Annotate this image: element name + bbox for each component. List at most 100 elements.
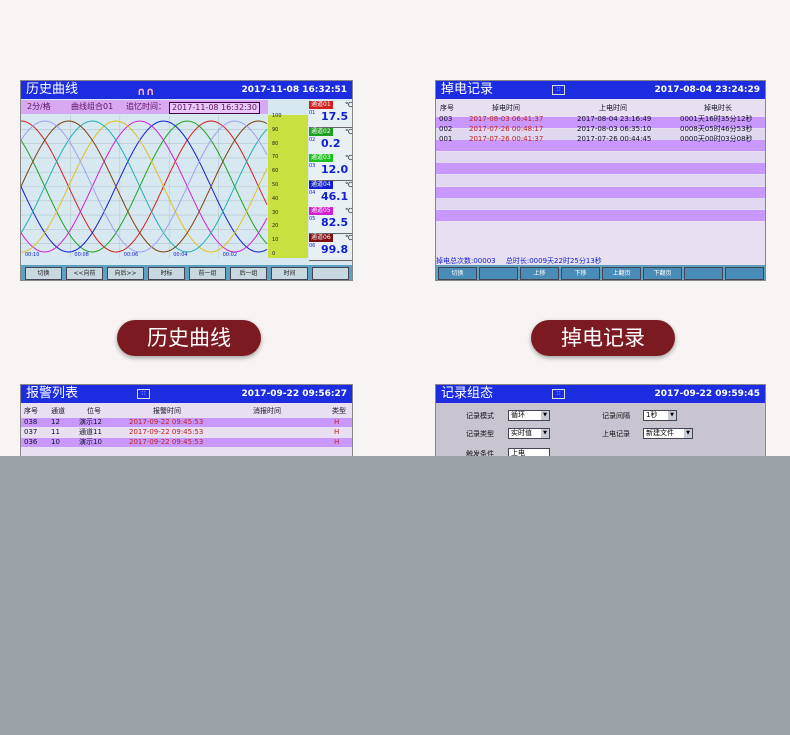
channel-number: 03 <box>309 163 316 169</box>
record-type-value: 实时值 <box>511 429 532 437</box>
power-cell-index: 002 <box>439 125 453 133</box>
history-curve-chart: 00:10 00:08 00:06 00:04 00:02 <box>21 115 268 258</box>
table-stripe <box>436 198 765 210</box>
table-row[interactable]: 001 2017-07-26 00:41:37 2017-07-26 00:44:4… <box>436 135 765 144</box>
channel-number: 06 <box>309 242 316 249</box>
power-cell-duration: 0001天16时35分12秒 <box>680 115 753 123</box>
table-row[interactable]: 037 11 通道11 2017-09-22 09:45:53 H <box>21 428 352 437</box>
history-button[interactable]: 切换 <box>25 267 62 280</box>
y-tick-label: 70 <box>272 154 279 161</box>
history-group: 曲线组合01 <box>71 102 114 111</box>
history-button[interactable]: 向后>> <box>107 267 144 280</box>
power-table-header: 序号 掉电时间 上电时间 掉电时长 <box>436 104 765 113</box>
x-tick-label: 00:02 <box>223 252 237 258</box>
channel-box[interactable]: 通道01 ℃ 01 17.5 <box>309 101 352 128</box>
record-title-bar: 记录组态 ∷ 2017-09-22 09:59:45 <box>436 385 765 403</box>
record-power-value: 新建文件 <box>646 429 674 437</box>
power-datetime: 2017-08-04 23:24:29 <box>654 85 760 95</box>
power-cell-on-time: 2017-07-26 00:44:45 <box>577 135 652 143</box>
record-type-select[interactable]: 实时值 ▼ <box>508 428 550 439</box>
power-cell-duration: 0000天00时03分08秒 <box>680 135 753 143</box>
channel-tag: 通道02 <box>309 127 333 136</box>
history-button[interactable] <box>312 267 349 280</box>
dropdown-arrow-icon: ▼ <box>684 429 692 438</box>
history-trace-time[interactable]: 2017-11-08 16:32:30 <box>169 102 260 114</box>
history-title: 历史曲线 <box>26 82 79 97</box>
power-col-index: 序号 <box>440 104 454 112</box>
record-interval-label: 记录间隔 <box>602 412 630 420</box>
record-mode-select[interactable]: 循环 ▼ <box>508 410 550 421</box>
alarm-cell-tag: 演示12 <box>79 418 102 426</box>
power-button[interactable] <box>684 267 723 280</box>
channel-box[interactable]: 通道02 ℃ 02 0.2 <box>309 127 353 155</box>
history-button[interactable]: 时标 <box>148 267 185 280</box>
power-cell-fail-time: 2017-08-03 06:41:37 <box>469 115 544 123</box>
y-tick-label: 0 <box>272 251 276 257</box>
history-trace-label: 追忆时间： <box>126 102 166 111</box>
history-button[interactable]: 前一组 <box>189 267 226 280</box>
x-tick-label: 00:08 <box>74 252 88 258</box>
alarm-title: 报警列表 <box>26 386 79 401</box>
power-cell-on-time: 2017-08-04 23:16:49 <box>577 115 652 123</box>
table-row[interactable]: 003 2017-08-03 06:41:37 2017-08-04 23:16:4… <box>436 115 765 124</box>
channel-box[interactable]: 通道05 ℃ 05 82.5 <box>309 207 352 234</box>
power-cell-duration: 0008天05时46分53秒 <box>680 125 753 133</box>
power-total-count: 掉电总次数:00003 <box>436 257 496 265</box>
alarm-cell-time: 2017-09-22 09:45:53 <box>129 438 204 446</box>
alarm-col-clear-time: 消报时间 <box>253 407 281 415</box>
power-button[interactable]: 上移 <box>520 267 559 280</box>
grey-overlay <box>0 456 790 735</box>
channel-tag: 通道03 <box>309 154 333 162</box>
history-curve-screen: 历史曲线 ∩∩ 2017-11-08 16:32:51 2分/格 曲线组合01 … <box>20 80 353 281</box>
power-button[interactable]: 上翻页 <box>602 267 641 280</box>
table-row[interactable]: 002 2017-07-26 00:48:17 2017-08-03 06:35:1… <box>436 125 765 134</box>
table-stripe <box>436 209 765 221</box>
alarm-col-channel: 通道 <box>51 407 65 415</box>
history-button[interactable]: 时间 <box>271 267 308 280</box>
channel-box[interactable]: 通道04 ℃ 04 46.1 <box>309 180 352 208</box>
channel-box[interactable]: 通道06 ℃ 06 99.8 <box>309 233 352 261</box>
channel-value: 46.1 <box>321 189 349 203</box>
alarm-cell-time: 2017-09-22 09:45:53 <box>129 418 204 426</box>
record-interval-value: 1秒 <box>646 411 658 419</box>
keyboard-icon: ∷ <box>552 85 565 95</box>
history-button-bar: 切换 <<向前 向后>> 时标 前一组 后一组 时间 <box>21 265 352 280</box>
table-stripe <box>436 151 765 163</box>
y-tick-label: 20 <box>272 223 279 230</box>
y-tick-label: 10 <box>272 237 279 244</box>
channel-value: 17.5 <box>321 110 349 123</box>
x-tick-label: 00:10 <box>25 252 39 258</box>
y-tick-label: 40 <box>272 195 279 202</box>
y-tick-label: 30 <box>272 209 279 216</box>
power-button[interactable]: 下移 <box>561 267 600 280</box>
record-datetime: 2017-09-22 09:59:45 <box>654 389 760 399</box>
table-row[interactable]: 038 12 演示12 2017-09-22 09:45:53 H <box>21 418 352 427</box>
history-datetime: 2017-11-08 16:32:51 <box>241 85 347 95</box>
channel-unit: ℃ <box>345 127 353 136</box>
y-tick-label: 60 <box>272 168 279 175</box>
dropdown-arrow-icon: ▼ <box>541 411 549 420</box>
logo-icon: ∩∩ <box>137 85 155 98</box>
power-button[interactable]: 下翻页 <box>643 267 682 280</box>
power-cell-on-time: 2017-08-03 06:35:10 <box>577 125 652 133</box>
record-power-select[interactable]: 新建文件 ▼ <box>643 428 693 439</box>
alarm-cell-channel: 12 <box>51 418 60 426</box>
y-tick-label: 100 <box>272 113 282 119</box>
alarm-cell-tag: 演示10 <box>79 438 102 446</box>
alarm-cell-index: 036 <box>24 438 38 446</box>
alarm-title-bar: 报警列表 ∷ 2017-09-22 09:56:27 <box>21 385 352 403</box>
power-button[interactable]: 切换 <box>438 267 477 280</box>
channel-box[interactable]: 通道03 ℃ 03 12.0 <box>309 154 352 181</box>
power-title: 掉电记录 <box>441 82 494 97</box>
power-col-on-time: 上电时间 <box>599 104 627 112</box>
history-rate: 2分/格 <box>27 102 51 111</box>
record-interval-select[interactable]: 1秒 ▼ <box>643 410 677 421</box>
history-button[interactable]: <<向前 <box>66 267 103 280</box>
power-table: 序号 掉电时间 上电时间 掉电时长 003 2017-08-03 06:41:37… <box>436 101 765 265</box>
power-button[interactable] <box>725 267 764 280</box>
history-title-bar: 历史曲线 ∩∩ 2017-11-08 16:32:51 <box>21 81 352 99</box>
channel-value: 12.0 <box>321 163 349 176</box>
table-row[interactable]: 036 10 演示10 2017-09-22 09:45:53 H <box>21 438 352 447</box>
power-button[interactable] <box>479 267 518 280</box>
history-button[interactable]: 后一组 <box>230 267 267 280</box>
